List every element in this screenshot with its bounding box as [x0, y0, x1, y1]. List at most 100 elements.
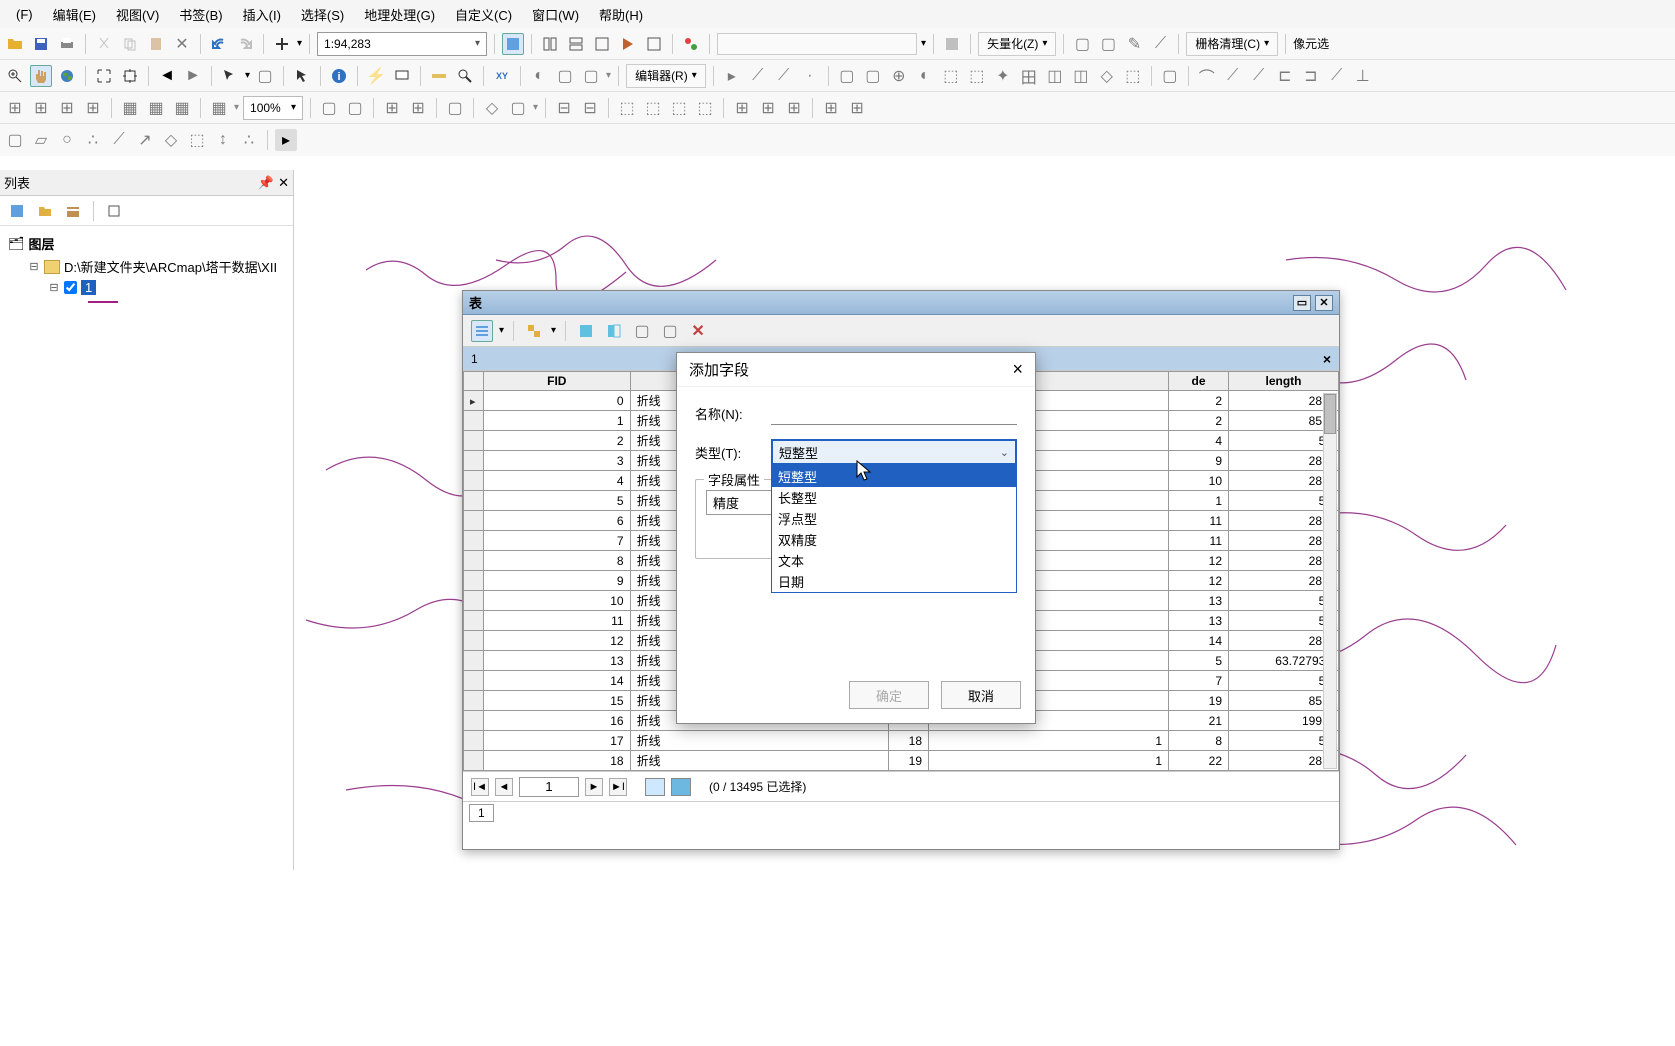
- editor-toolbar-icon[interactable]: [502, 33, 524, 55]
- clear-selection-icon[interactable]: ▢: [254, 65, 276, 87]
- delete-icon[interactable]: ✕: [171, 33, 193, 55]
- layer-checkbox[interactable]: [64, 281, 77, 294]
- time-slider-icon[interactable]: ◐: [528, 65, 550, 87]
- tool-icon-1[interactable]: [941, 33, 963, 55]
- type-option[interactable]: 文本: [772, 550, 1016, 571]
- related-tables-icon[interactable]: [523, 320, 545, 342]
- layer-node[interactable]: ⊟ 1: [48, 278, 285, 297]
- prev-record-button[interactable]: ◄: [495, 778, 513, 796]
- menu-view[interactable]: 视图(V): [106, 1, 169, 28]
- catalog-icon[interactable]: [617, 33, 639, 55]
- list-by-visibility-icon[interactable]: [62, 200, 84, 222]
- cut-icon[interactable]: [93, 33, 115, 55]
- show-selected-button[interactable]: [671, 778, 691, 796]
- maximize-button[interactable]: ▭: [1293, 295, 1311, 311]
- pointer-icon[interactable]: [291, 65, 313, 87]
- html-popup-icon[interactable]: [391, 65, 413, 87]
- table-row[interactable]: 17折线18121857: [464, 731, 1339, 751]
- menu-edit[interactable]: 编辑(E): [43, 1, 106, 28]
- type-option[interactable]: 长整型: [772, 487, 1016, 508]
- raster-clean-dropdown[interactable]: 栅格清理(C)▾: [1186, 32, 1278, 56]
- switch-selection-icon[interactable]: [603, 320, 625, 342]
- layer-name[interactable]: 1: [81, 280, 96, 295]
- type-option[interactable]: 短整型: [772, 466, 1016, 487]
- hyperlink-icon[interactable]: ⚡: [365, 65, 387, 87]
- save-icon[interactable]: [30, 33, 52, 55]
- list-by-drawing-icon[interactable]: [6, 200, 28, 222]
- measure-icon[interactable]: [428, 65, 450, 87]
- type-option[interactable]: 日期: [772, 571, 1016, 592]
- clear-sel-icon[interactable]: ▢: [631, 320, 653, 342]
- print-icon[interactable]: [56, 33, 78, 55]
- active-tab[interactable]: 1: [471, 352, 478, 366]
- field-type-combo[interactable]: 短整型 ⌄ 短整型 长整型 浮点型 双精度 文本 日期: [771, 439, 1017, 465]
- table-options-icon[interactable]: [471, 320, 493, 342]
- menu-file[interactable]: (F): [6, 3, 43, 26]
- col-length[interactable]: length: [1229, 372, 1339, 391]
- dialog-close-icon[interactable]: ×: [1012, 359, 1023, 380]
- menu-geoprocessing[interactable]: 地理处理(G): [354, 1, 445, 28]
- zoom-in-icon[interactable]: [4, 65, 26, 87]
- table-row[interactable]: 19折线20182228.5: [464, 771, 1339, 772]
- editor-dropdown[interactable]: 编辑器(R)▾: [626, 64, 706, 88]
- layers-root[interactable]: 🗂 图层: [8, 232, 285, 255]
- field-name-input[interactable]: [771, 401, 1017, 425]
- cancel-button[interactable]: 取消: [941, 681, 1021, 709]
- viewer2-icon[interactable]: ▢: [580, 65, 602, 87]
- pin-icon[interactable]: 📌: [258, 175, 274, 191]
- pan-icon[interactable]: [30, 65, 52, 87]
- globe-icon[interactable]: [56, 65, 78, 87]
- redo-icon[interactable]: [234, 33, 256, 55]
- menu-window[interactable]: 窗口(W): [522, 1, 589, 28]
- layout3-icon[interactable]: [591, 33, 613, 55]
- layout2-icon[interactable]: [565, 33, 587, 55]
- identify-icon[interactable]: i: [328, 65, 350, 87]
- dialog-titlebar[interactable]: 添加字段 ×: [677, 353, 1035, 387]
- prev-extent-icon[interactable]: ◄: [156, 65, 178, 87]
- tab-close-icon[interactable]: ×: [1323, 351, 1331, 367]
- zoom-sel-icon[interactable]: ▢: [659, 320, 681, 342]
- select-features-icon[interactable]: [219, 65, 241, 87]
- col-fid[interactable]: FID: [484, 372, 631, 391]
- group-node[interactable]: ⊟ D:\新建文件夹\ARCmap\塔干数据\XII: [28, 255, 285, 278]
- collapse-icon[interactable]: ⊟: [28, 260, 40, 273]
- viewer-icon[interactable]: ▢: [554, 65, 576, 87]
- full-extent-icon[interactable]: [93, 65, 115, 87]
- goto-xy-icon[interactable]: XY: [491, 65, 513, 87]
- delete-sel-icon[interactable]: ✕: [687, 320, 709, 342]
- menu-select[interactable]: 选择(S): [291, 1, 354, 28]
- type-option[interactable]: 浮点型: [772, 508, 1016, 529]
- next-record-button[interactable]: ►: [585, 778, 603, 796]
- menu-bookmark[interactable]: 书签(B): [169, 1, 232, 28]
- toolbar-toggle[interactable]: ▸: [275, 129, 297, 151]
- ok-button[interactable]: 确定: [849, 681, 929, 709]
- menu-help[interactable]: 帮助(H): [589, 1, 653, 28]
- undo-icon[interactable]: [208, 33, 230, 55]
- table-titlebar[interactable]: 表 ▭ ✕: [463, 291, 1339, 315]
- type-option[interactable]: 双精度: [772, 529, 1016, 550]
- paste-icon[interactable]: [145, 33, 167, 55]
- close-button[interactable]: ✕: [1315, 295, 1333, 311]
- vectorize-dropdown[interactable]: 矢量化(Z)▾: [978, 32, 1056, 56]
- first-record-button[interactable]: I◄: [471, 778, 489, 796]
- scale-input[interactable]: 1:94,283▾: [317, 32, 487, 56]
- menu-insert[interactable]: 插入(I): [233, 1, 291, 28]
- fixed-zoom-in-icon[interactable]: [119, 65, 141, 87]
- pixel-select-label[interactable]: 像元选: [1293, 35, 1329, 52]
- layout-icon[interactable]: [539, 33, 561, 55]
- table-row[interactable]: 18折线191212228.5: [464, 751, 1339, 771]
- select-by-attr-icon[interactable]: [575, 320, 597, 342]
- record-input[interactable]: [519, 777, 579, 797]
- add-data-icon[interactable]: [271, 33, 293, 55]
- collapse-icon[interactable]: ⊟: [48, 281, 60, 294]
- empty-combo[interactable]: [717, 33, 917, 55]
- find-icon[interactable]: [454, 65, 476, 87]
- col-de[interactable]: de: [1169, 372, 1229, 391]
- vertical-scrollbar[interactable]: [1323, 393, 1337, 769]
- next-extent-icon[interactable]: ►: [182, 65, 204, 87]
- show-all-button[interactable]: [645, 778, 665, 796]
- last-record-button[interactable]: ►I: [609, 778, 627, 796]
- menu-customize[interactable]: 自定义(C): [445, 1, 522, 28]
- list-by-selection-icon[interactable]: [103, 200, 125, 222]
- list-by-source-icon[interactable]: [34, 200, 56, 222]
